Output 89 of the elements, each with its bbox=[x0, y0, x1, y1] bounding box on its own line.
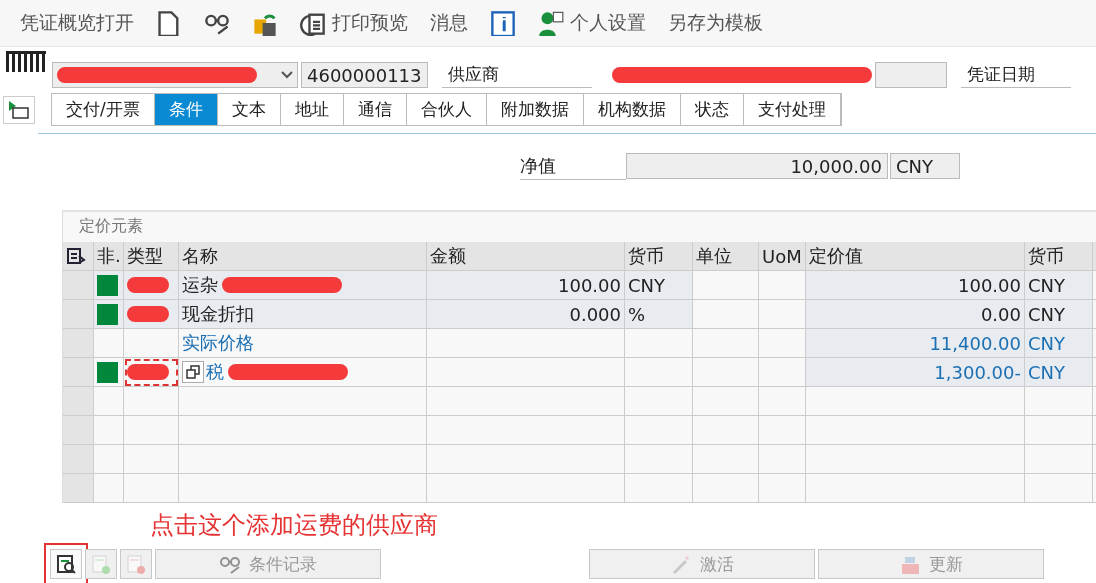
annotation-text: 点击这个添加运费的供应商 bbox=[150, 510, 439, 539]
status-square bbox=[97, 303, 118, 325]
info-button[interactable] bbox=[490, 10, 516, 36]
toolbar-button[interactable]: 另存为模板 bbox=[668, 10, 763, 36]
table-cell bbox=[94, 445, 124, 474]
currency-cell bbox=[625, 358, 693, 387]
tab[interactable]: 条件 bbox=[154, 94, 218, 125]
name-text: 运杂 bbox=[182, 273, 218, 297]
column-header: 货币 bbox=[625, 242, 693, 271]
currency-cell: CNY bbox=[1025, 358, 1093, 387]
copy-icon[interactable] bbox=[182, 361, 204, 383]
status-square bbox=[97, 274, 118, 296]
currency-cell: CNY bbox=[1025, 329, 1093, 358]
window-icon bbox=[8, 99, 30, 120]
net-value-field: 10,000.00 bbox=[626, 153, 888, 179]
table-cell bbox=[693, 300, 759, 329]
redaction-mark bbox=[127, 306, 169, 322]
currency-field: CNY bbox=[890, 153, 960, 179]
value-cell: 1,300.00- bbox=[806, 358, 1025, 387]
currency-cell: % bbox=[625, 300, 693, 329]
table-cell bbox=[625, 416, 693, 445]
table-cell bbox=[94, 416, 124, 445]
name-text: 税 bbox=[206, 360, 224, 384]
table-cell bbox=[759, 271, 806, 300]
table-cell bbox=[759, 416, 806, 445]
amount-cell: 100.00 bbox=[427, 271, 625, 300]
table-cell bbox=[693, 329, 759, 358]
table-cell bbox=[759, 300, 806, 329]
table-cell bbox=[625, 387, 693, 416]
screen-toggle-button[interactable] bbox=[3, 95, 35, 124]
currency-cell bbox=[625, 329, 693, 358]
dropdown-field[interactable] bbox=[52, 62, 298, 88]
table-cell bbox=[1025, 474, 1093, 503]
table-cell bbox=[693, 474, 759, 503]
column-header: 类型 bbox=[124, 242, 179, 271]
table-cell bbox=[625, 474, 693, 503]
table-cell bbox=[759, 358, 806, 387]
redaction-mark bbox=[127, 364, 169, 380]
list-search-icon bbox=[55, 553, 77, 575]
delete-row-icon bbox=[125, 553, 147, 575]
date-label: 凭证日期 bbox=[960, 62, 1071, 88]
currency-cell: CNY bbox=[625, 271, 693, 300]
table-cell bbox=[693, 358, 759, 387]
info-icon bbox=[490, 10, 516, 36]
status-square bbox=[97, 361, 118, 383]
amount-cell: 0.000 bbox=[427, 300, 625, 329]
table-cell bbox=[759, 387, 806, 416]
panel-title: 定价元素 bbox=[78, 215, 144, 237]
currency-cell: CNY bbox=[1025, 271, 1093, 300]
redaction-mark bbox=[127, 277, 169, 293]
name-text: 实际价格 bbox=[182, 331, 254, 355]
document-number-field[interactable]: 4600000113 bbox=[301, 62, 428, 88]
column-header: 单位 bbox=[693, 242, 759, 271]
table-cell bbox=[124, 416, 179, 445]
column-header: 金额 bbox=[427, 242, 625, 271]
toolbar-button[interactable]: 凭证概览打开 bbox=[20, 10, 134, 36]
table-cell bbox=[759, 329, 806, 358]
table-cell bbox=[625, 445, 693, 474]
currency-cell: CNY bbox=[1025, 300, 1093, 329]
table-cell bbox=[693, 387, 759, 416]
add-row-icon bbox=[90, 553, 112, 575]
toolbar-button[interactable]: 打印预览 bbox=[300, 10, 408, 36]
toolbar-button[interactable]: 消息 bbox=[430, 10, 468, 36]
table-cell bbox=[759, 445, 806, 474]
toolbar-button[interactable]: 个人设置 bbox=[538, 10, 646, 36]
vendor-label: 供应商 bbox=[441, 62, 592, 88]
table-cell bbox=[1025, 387, 1093, 416]
column-header: 定价值 bbox=[806, 242, 1025, 271]
table-cell bbox=[124, 445, 179, 474]
table-cell bbox=[693, 445, 759, 474]
table-cell bbox=[693, 271, 759, 300]
layout-icon[interactable] bbox=[66, 246, 86, 266]
column-header: 名称 bbox=[179, 242, 427, 271]
table-cell bbox=[759, 474, 806, 503]
value-cell: 100.00 bbox=[806, 271, 1025, 300]
name-text: 现金折扣 bbox=[182, 302, 254, 326]
person-icon bbox=[538, 10, 564, 36]
chevron-icon bbox=[281, 71, 293, 79]
table-cell bbox=[693, 416, 759, 445]
magic-wand-icon bbox=[670, 553, 692, 575]
column-header: UoM bbox=[759, 242, 806, 271]
value-cell: 11,400.00 bbox=[806, 329, 1025, 358]
table-cell bbox=[1025, 416, 1093, 445]
column-header: 非. bbox=[94, 242, 124, 271]
value-cell: 0.00 bbox=[806, 300, 1025, 329]
table-cell bbox=[94, 474, 124, 503]
table-cell bbox=[124, 474, 179, 503]
column-header: 货币 bbox=[1025, 242, 1093, 271]
table-cell bbox=[1025, 445, 1093, 474]
